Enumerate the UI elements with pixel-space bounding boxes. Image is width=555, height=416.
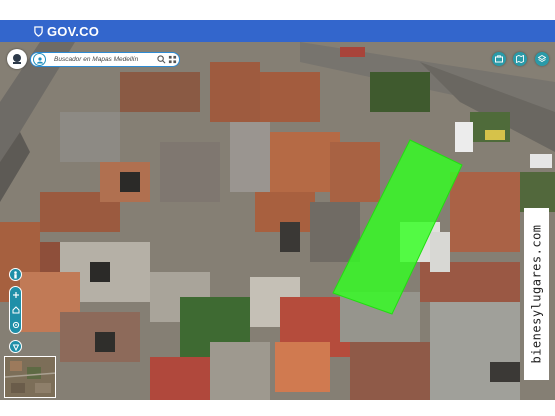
map-button[interactable] (513, 52, 527, 66)
map-search-bar[interactable]: Buscador en Mapas Medellín (30, 52, 180, 67)
gov-header-bar: GOV.CO (0, 20, 555, 42)
zoom-controls (9, 286, 22, 334)
shield-icon (34, 25, 43, 37)
map-icon (516, 55, 524, 63)
watermark-text: bienesylugares.com (529, 224, 544, 364)
gov-logo[interactable]: GOV.CO (34, 24, 99, 39)
aerial-map[interactable] (0, 42, 555, 400)
minimap-imagery (5, 357, 55, 397)
search-input[interactable]: Buscador en Mapas Medellín (54, 56, 157, 63)
home-icon (12, 306, 19, 314)
briefcase-icon (495, 55, 503, 63)
layers-icon (538, 55, 546, 63)
street-view-button[interactable] (9, 268, 22, 281)
layers-button[interactable] (535, 52, 549, 66)
overview-minimap[interactable] (4, 356, 56, 398)
city-logo-icon (13, 54, 21, 64)
grid-menu-icon[interactable] (168, 55, 177, 64)
zoom-in-button[interactable] (10, 288, 21, 302)
top-margin (0, 0, 555, 20)
search-icon[interactable] (157, 55, 166, 64)
aerial-imagery (0, 42, 555, 400)
home-button[interactable] (10, 303, 21, 317)
person-icon (14, 270, 17, 278)
user-icon[interactable] (33, 53, 46, 66)
compass-button[interactable] (9, 340, 22, 353)
briefcase-button[interactable] (492, 52, 506, 66)
locate-button[interactable] (10, 318, 21, 332)
compass-icon (12, 344, 19, 351)
locate-icon (12, 321, 19, 329)
watermark-banner: bienesylugares.com (524, 208, 549, 380)
gov-logo-text: GOV.CO (47, 23, 100, 39)
zoom-in-icon (12, 292, 19, 298)
medellin-logo[interactable] (7, 49, 27, 69)
bottom-margin (0, 400, 555, 416)
